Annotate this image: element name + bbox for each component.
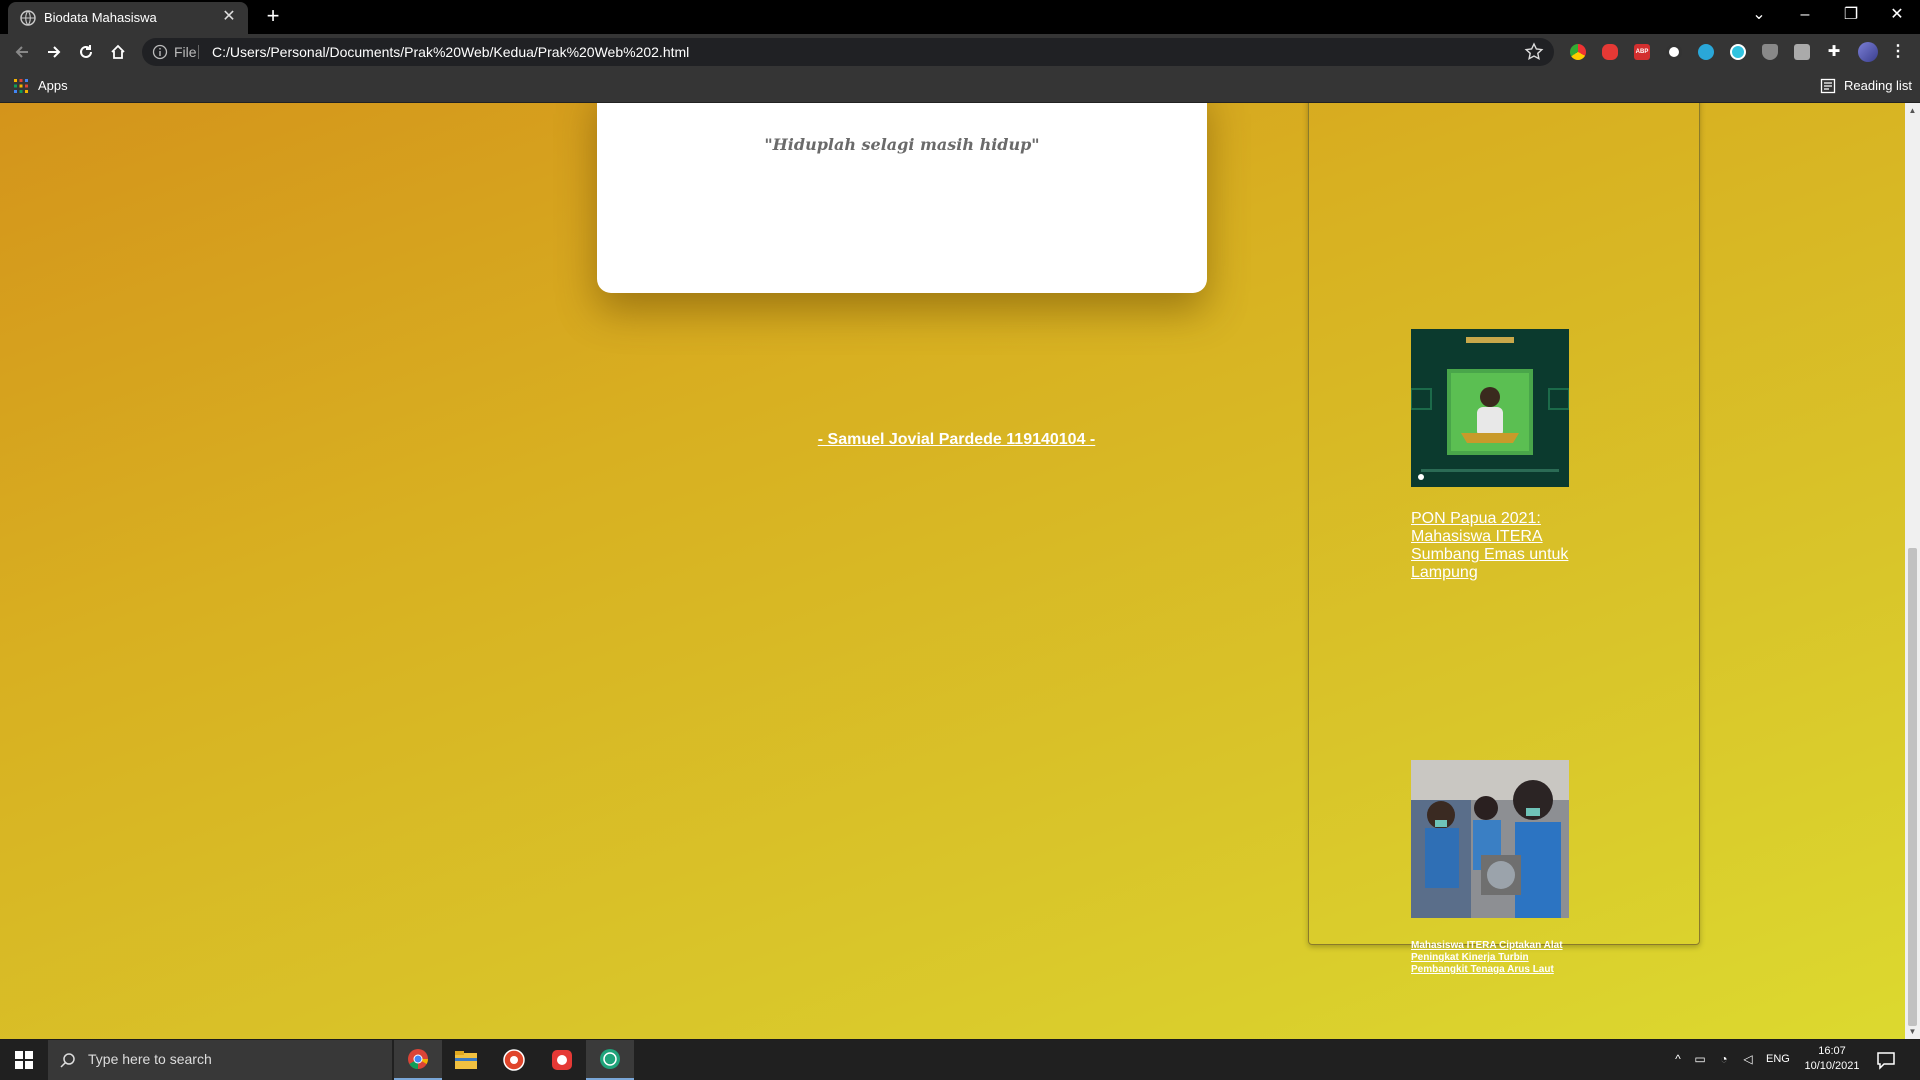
close-tab-icon[interactable]: ✕ (218, 6, 240, 28)
wifi-icon[interactable]: ◔ (1716, 1052, 1732, 1068)
scroll-up-icon[interactable]: ▲ (1905, 103, 1920, 118)
windows-taskbar: Type here to search ^ ▭ ◔ ◁ ENG 16:07 10… (0, 1040, 1920, 1080)
clock-time: 16:07 (1818, 1045, 1846, 1057)
page-scrollbar[interactable]: ▲ ▼ (1905, 103, 1920, 1039)
taskbar-search[interactable]: Type here to search (48, 1040, 392, 1080)
forward-icon[interactable] (40, 38, 68, 66)
reading-list-icon[interactable] (1820, 78, 1836, 94)
globe-icon (20, 10, 36, 26)
tab-search-icon[interactable]: ⌄ (1736, 0, 1782, 32)
restore-icon[interactable]: ❐ (1828, 0, 1874, 32)
quote-card: "Hiduplah selagi masih hidup" (597, 103, 1207, 293)
extension-blue-icon[interactable] (1698, 44, 1714, 60)
close-window-icon[interactable]: ✕ (1874, 0, 1920, 32)
language-indicator[interactable]: ENG (1766, 1053, 1790, 1065)
home-icon[interactable] (104, 38, 132, 66)
media-player-icon[interactable] (490, 1040, 538, 1080)
extensions-puzzle-icon[interactable]: ✚ (1826, 44, 1842, 60)
show-hidden-icons-icon[interactable]: ^ (1670, 1052, 1686, 1068)
minimize-icon[interactable]: – (1782, 0, 1828, 32)
quote-text: "Hiduplah selagi masih hidup" (764, 135, 1040, 154)
extension-shield-icon[interactable] (1762, 44, 1778, 60)
scrollbar-thumb[interactable] (1908, 548, 1917, 1026)
extension-block-icon[interactable] (1666, 44, 1682, 60)
profile-avatar[interactable] (1858, 42, 1878, 62)
clock-date: 10/10/2021 (1804, 1060, 1860, 1072)
menu-kebab-icon[interactable]: ⋮ (1890, 44, 1906, 60)
taskbar-clock[interactable]: 16:07 10/10/2021 (1796, 1044, 1868, 1074)
apps-grid-icon[interactable] (14, 79, 28, 93)
adblock-icon[interactable]: ABP (1634, 44, 1650, 60)
volume-icon[interactable]: ◁ (1740, 1052, 1756, 1068)
news-sidebar: PON Papua 2021: Mahasiswa ITERA Sumbang … (1308, 103, 1700, 975)
bookmark-star-icon[interactable] (1524, 42, 1544, 62)
news-link-pon-papua[interactable]: PON Papua 2021: Mahasiswa ITERA Sumbang … (1411, 510, 1581, 582)
apps-bookmark[interactable]: Apps (38, 78, 68, 93)
bookmarks-bar: Apps Reading list (0, 70, 1920, 103)
reading-list-button[interactable]: Reading list (1844, 78, 1912, 93)
notification-center-icon[interactable] (1876, 1050, 1896, 1070)
browser-toolbar: File C:/Users/Personal/Documents/Prak%20… (0, 34, 1920, 70)
back-icon[interactable] (8, 38, 36, 66)
file-explorer-icon[interactable] (442, 1040, 490, 1080)
extension-camera-icon[interactable] (1794, 44, 1810, 60)
extension-red-icon[interactable] (1602, 44, 1618, 60)
news-image-pon-papua[interactable] (1411, 329, 1569, 487)
info-icon[interactable] (152, 44, 168, 60)
page-viewport: "Hiduplah selagi masih hidup" - Samuel J… (0, 103, 1905, 1039)
search-icon (60, 1053, 75, 1068)
tab-biodata[interactable]: Biodata Mahasiswa ✕ (8, 2, 248, 34)
tab-title: Biodata Mahasiswa (44, 10, 157, 25)
reload-icon[interactable] (72, 38, 100, 66)
news-link-turbin[interactable]: Mahasiswa ITERA Ciptakan Alat Peningkat … (1411, 940, 1581, 976)
scheme-label: File (174, 44, 197, 60)
battery-icon[interactable]: ▭ (1692, 1052, 1708, 1068)
new-tab-button[interactable]: + (260, 4, 286, 30)
search-placeholder: Type here to search (88, 1051, 212, 1067)
address-bar[interactable]: File C:/Users/Personal/Documents/Prak%20… (142, 38, 1554, 66)
extension-colorful-icon[interactable] (1570, 44, 1586, 60)
scroll-down-icon[interactable]: ▼ (1905, 1024, 1920, 1039)
tab-strip: Biodata Mahasiswa ✕ + ⌄ – ❐ ✕ (0, 0, 1920, 34)
red-app-icon[interactable] (538, 1040, 586, 1080)
url-text[interactable]: C:/Users/Personal/Documents/Prak%20Web/K… (212, 44, 689, 60)
omnibox-divider (198, 45, 199, 59)
green-app-icon[interactable] (586, 1040, 634, 1080)
news-image-turbin[interactable] (1411, 760, 1569, 918)
chrome-taskbar-icon[interactable] (394, 1040, 442, 1080)
windows-start-icon[interactable] (0, 1040, 48, 1080)
extension-cyan-icon[interactable] (1730, 44, 1746, 60)
